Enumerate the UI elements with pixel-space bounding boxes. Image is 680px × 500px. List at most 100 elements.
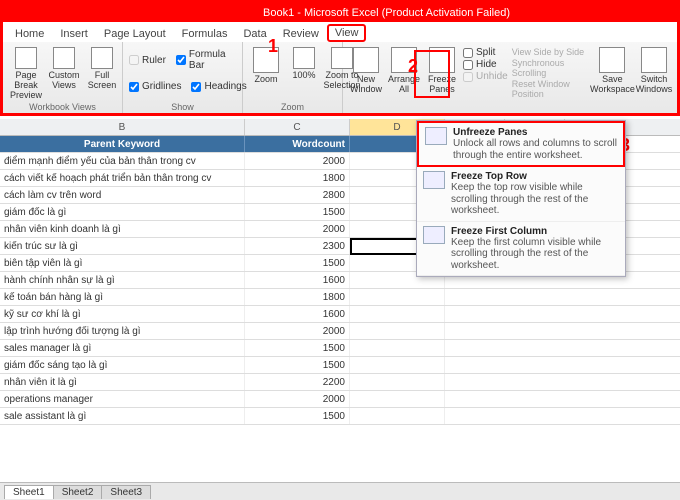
cell[interactable]: nhân viên it là gì bbox=[0, 374, 245, 390]
cell[interactable]: điểm mạnh điểm yếu của bản thân trong cv bbox=[0, 153, 245, 169]
freeze-panes-dropdown: Unfreeze PanesUnlock all rows and column… bbox=[416, 120, 626, 277]
table-row[interactable]: sales manager là gì1500 bbox=[0, 340, 680, 357]
cell[interactable]: 2800 bbox=[245, 187, 350, 203]
dropdown-item-freeze-top-row[interactable]: Freeze Top RowKeep the top row visible w… bbox=[417, 167, 625, 222]
ribbon-tabs: HomeInsertPage LayoutFormulasDataReviewV… bbox=[0, 22, 680, 42]
table-row[interactable]: kế toán bán hàng là gì1800 bbox=[0, 289, 680, 306]
cell[interactable] bbox=[350, 408, 445, 424]
table-header-B: Parent Keyword bbox=[0, 136, 245, 152]
group-label-show: Show bbox=[123, 102, 242, 112]
cell[interactable]: kỹ sư cơ khí là gì bbox=[0, 306, 245, 322]
cell[interactable]: sale assistant là gì bbox=[0, 408, 245, 424]
headings-checkbox[interactable]: Headings bbox=[191, 81, 246, 92]
cell[interactable] bbox=[350, 306, 445, 322]
custom-views-button[interactable]: CustomViews bbox=[47, 45, 81, 93]
freeze-panes-icon bbox=[423, 171, 445, 189]
col-header-C[interactable]: C bbox=[245, 119, 350, 135]
cell[interactable]: kiến trúc sư là gì bbox=[0, 238, 245, 254]
cell[interactable]: 1500 bbox=[245, 340, 350, 356]
table-row[interactable]: giám đốc sáng tạo là gì1500 bbox=[0, 357, 680, 374]
cell[interactable]: 1500 bbox=[245, 357, 350, 373]
unhide-button: Unhide bbox=[463, 71, 508, 82]
group-label-workbook-views: Workbook Views bbox=[3, 102, 122, 112]
cell[interactable] bbox=[350, 323, 445, 339]
cell[interactable] bbox=[350, 391, 445, 407]
cell[interactable]: giám đốc sáng tạo là gì bbox=[0, 357, 245, 373]
table-row[interactable]: sale assistant là gì1500 bbox=[0, 408, 680, 425]
view-side-by-side: View Side by Side bbox=[512, 47, 588, 57]
dropdown-item-desc: Keep the first column visible while scro… bbox=[451, 237, 619, 272]
table-header-C: Wordcount bbox=[245, 136, 350, 152]
dropdown-item-title: Freeze Top Row bbox=[451, 171, 619, 182]
dropdown-item-unfreeze-panes[interactable]: Unfreeze PanesUnlock all rows and column… bbox=[417, 121, 625, 167]
dropdown-item-desc: Unlock all rows and columns to scroll th… bbox=[453, 138, 617, 161]
annotation-marker-2: 2 bbox=[408, 56, 418, 77]
cell[interactable]: kế toán bán hàng là gì bbox=[0, 289, 245, 305]
title-bar: Book1 - Microsoft Excel (Product Activat… bbox=[0, 0, 680, 22]
cell[interactable]: sales manager là gì bbox=[0, 340, 245, 356]
dropdown-item-title: Freeze First Column bbox=[451, 226, 619, 237]
cell[interactable]: 1800 bbox=[245, 289, 350, 305]
cell[interactable] bbox=[350, 357, 445, 373]
new-window-button[interactable]: NewWindow bbox=[349, 45, 383, 97]
cell[interactable]: 2000 bbox=[245, 391, 350, 407]
cell[interactable]: 1600 bbox=[245, 306, 350, 322]
cell[interactable]: 1500 bbox=[245, 408, 350, 424]
save-workspace-button[interactable]: SaveWorkspace bbox=[592, 45, 633, 97]
cell[interactable]: cách viết kế hoạch phát triển bản thân t… bbox=[0, 170, 245, 186]
cell[interactable]: 1500 bbox=[245, 255, 350, 271]
tab-formulas[interactable]: Formulas bbox=[174, 26, 236, 42]
tab-review[interactable]: Review bbox=[275, 26, 327, 42]
cell[interactable]: 1800 bbox=[245, 170, 350, 186]
ruler-checkbox[interactable]: Ruler bbox=[129, 49, 166, 71]
cell[interactable]: nhân viên kinh doanh là gì bbox=[0, 221, 245, 237]
dropdown-item-freeze-first-column[interactable]: Freeze First ColumnKeep the first column… bbox=[417, 222, 625, 277]
cell[interactable]: hành chính nhân sự là gì bbox=[0, 272, 245, 288]
page-break-preview-button[interactable]: Page BreakPreview bbox=[9, 45, 43, 103]
cell[interactable]: lập trình hướng đối tượng là gì bbox=[0, 323, 245, 339]
full-screen-button[interactable]: FullScreen bbox=[85, 45, 119, 93]
sheet-tabs: Sheet1Sheet2Sheet3 bbox=[0, 482, 680, 500]
tab-page-layout[interactable]: Page Layout bbox=[96, 26, 174, 42]
split-button[interactable]: Split bbox=[463, 47, 508, 58]
table-row[interactable]: lập trình hướng đối tượng là gì2000 bbox=[0, 323, 680, 340]
annotation-box-freeze bbox=[414, 50, 450, 98]
cell[interactable]: giám đốc là gì bbox=[0, 204, 245, 220]
cell[interactable]: biên tập viên là gì bbox=[0, 255, 245, 271]
cell[interactable]: cách làm cv trên word bbox=[0, 187, 245, 203]
switch-windows-button[interactable]: SwitchWindows bbox=[637, 45, 671, 97]
table-row[interactable]: nhân viên it là gì2200 bbox=[0, 374, 680, 391]
cell[interactable]: 1500 bbox=[245, 204, 350, 220]
cell[interactable]: 1600 bbox=[245, 272, 350, 288]
table-row[interactable]: kỹ sư cơ khí là gì1600 bbox=[0, 306, 680, 323]
window-title: Book1 - Microsoft Excel (Product Activat… bbox=[263, 7, 510, 19]
sync-scroll: Synchronous Scrolling bbox=[512, 58, 588, 78]
tab-view[interactable]: View bbox=[327, 24, 367, 42]
cell[interactable] bbox=[350, 289, 445, 305]
group-label-zoom: Zoom bbox=[243, 102, 342, 112]
gridlines-checkbox[interactable]: Gridlines bbox=[129, 81, 181, 92]
cell[interactable]: 2000 bbox=[245, 323, 350, 339]
cell[interactable]: 2200 bbox=[245, 374, 350, 390]
cell[interactable]: 2000 bbox=[245, 153, 350, 169]
formula-bar-checkbox[interactable]: Formula Bar bbox=[176, 49, 236, 71]
tab-home[interactable]: Home bbox=[7, 26, 52, 42]
annotation-marker-1: 1 bbox=[268, 36, 278, 57]
cell[interactable] bbox=[350, 374, 445, 390]
reset-window-pos: Reset Window Position bbox=[512, 79, 588, 99]
freeze-panes-icon bbox=[423, 226, 445, 244]
zoom-100-button[interactable]: 100% bbox=[287, 45, 321, 83]
hide-button[interactable]: Hide bbox=[463, 59, 508, 70]
col-header-B[interactable]: B bbox=[0, 119, 245, 135]
dropdown-item-title: Unfreeze Panes bbox=[453, 127, 617, 138]
cell[interactable]: 2300 bbox=[245, 238, 350, 254]
cell[interactable] bbox=[350, 340, 445, 356]
freeze-panes-icon bbox=[425, 127, 447, 145]
tab-insert[interactable]: Insert bbox=[52, 26, 96, 42]
sheet-tab-sheet2[interactable]: Sheet2 bbox=[53, 485, 103, 499]
sheet-tab-sheet1[interactable]: Sheet1 bbox=[4, 485, 54, 499]
sheet-tab-sheet3[interactable]: Sheet3 bbox=[101, 485, 151, 499]
table-row[interactable]: operations manager2000 bbox=[0, 391, 680, 408]
cell[interactable]: operations manager bbox=[0, 391, 245, 407]
cell[interactable]: 2000 bbox=[245, 221, 350, 237]
